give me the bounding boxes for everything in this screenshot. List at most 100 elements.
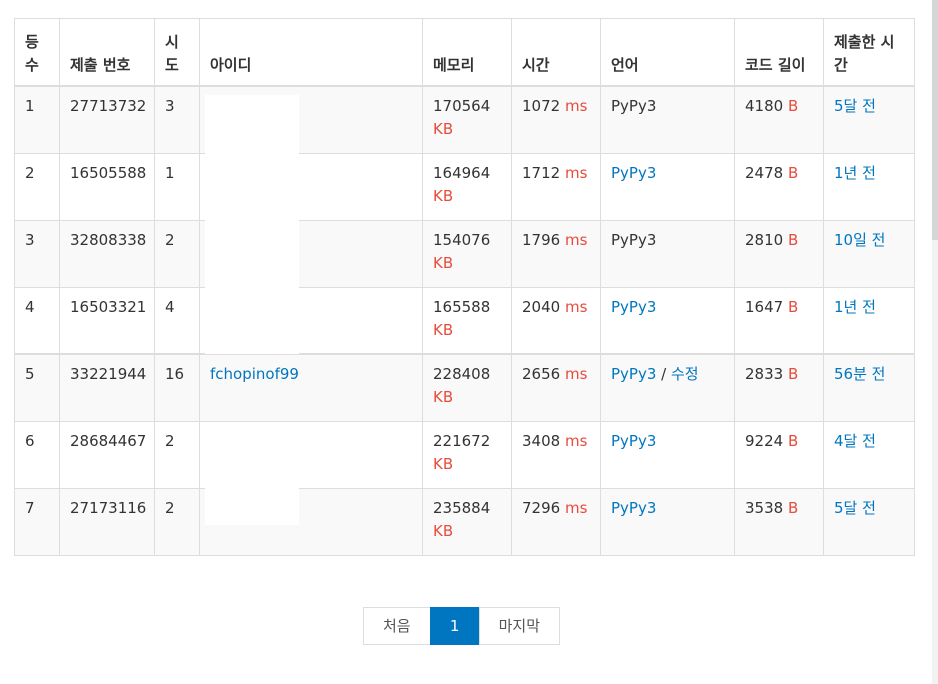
rank-cell: 3: [14, 219, 60, 288]
time-unit: ms: [564, 230, 588, 249]
memory-unit: KB: [433, 120, 454, 138]
header-code-length: 코드 길이: [734, 18, 824, 87]
submitted-time-link[interactable]: 1년 전: [834, 298, 876, 316]
length-cell: 2810 B: [734, 219, 824, 288]
memory-unit: KB: [433, 521, 454, 540]
language-link[interactable]: PyPy3: [611, 365, 656, 383]
time-value: 1796: [522, 230, 561, 249]
memory-value: 154076: [433, 230, 491, 249]
language-cell: PyPy3: [600, 85, 735, 154]
memory-cell: 164964 KB: [422, 152, 512, 221]
tries-cell: 16: [154, 353, 200, 422]
time-value: 1712: [522, 163, 561, 182]
memory-unit: KB: [433, 454, 454, 473]
submitted-time-link[interactable]: 5달 전: [834, 499, 876, 517]
rank-cell: 5: [14, 353, 60, 422]
edit-link[interactable]: 수정: [671, 365, 699, 383]
first-page-button[interactable]: 처음: [363, 607, 431, 645]
tries-cell: 3: [154, 85, 200, 154]
length-cell: 3538 B: [734, 487, 824, 556]
scrollbar-thumb[interactable]: [932, 0, 938, 240]
redaction-mask: [205, 95, 299, 354]
time-unit: ms: [564, 163, 588, 182]
length-value: 3538: [745, 498, 784, 517]
length-unit: B: [787, 498, 799, 517]
time-value: 3408: [522, 431, 561, 450]
time-cell: 7296 ms: [511, 487, 601, 556]
current-page-button[interactable]: 1: [429, 607, 480, 645]
time-cell: 1072 ms: [511, 85, 601, 154]
memory-value: 164964: [433, 163, 491, 182]
memory-unit: KB: [433, 186, 454, 205]
memory-cell: 221672 KB: [422, 420, 512, 489]
length-cell: 4180 B: [734, 85, 824, 154]
header-memory: 메모리: [422, 18, 512, 87]
tries-cell: 2: [154, 487, 200, 556]
submitted-time-link[interactable]: 10일 전: [834, 231, 885, 249]
header-time: 시간: [511, 18, 601, 87]
language-link[interactable]: PyPy3: [611, 432, 656, 450]
time-unit: ms: [564, 97, 588, 115]
language-cell: PyPy3: [600, 487, 735, 556]
user-link[interactable]: fchopinof99: [210, 365, 299, 383]
rank-cell: 2: [14, 152, 60, 221]
memory-value: 235884: [433, 498, 491, 517]
tries-cell: 4: [154, 286, 200, 355]
time-cell: 1712 ms: [511, 152, 601, 221]
time-value: 7296: [522, 498, 561, 517]
submitted-cell: 5달 전: [823, 85, 915, 154]
time-unit: ms: [564, 365, 588, 383]
length-unit: B: [787, 297, 799, 316]
tries-cell: 1: [154, 152, 200, 221]
time-value: 2656: [522, 365, 561, 383]
time-cell: 2656 ms: [511, 353, 601, 422]
rank-cell: 7: [14, 487, 60, 556]
length-value: 2810: [745, 230, 784, 249]
memory-cell: 170564 KB: [422, 85, 512, 154]
rank-cell: 6: [14, 420, 60, 489]
length-cell: 9224 B: [734, 420, 824, 489]
language-label: PyPy3: [611, 97, 657, 115]
table-header-row: 등수 제출 번호 시도 아이디 메모리 시간 언어 코드 길이 제출한 시간: [14, 18, 915, 87]
length-unit: B: [787, 365, 799, 383]
table-row: 1 27713732 3 170564 KB 1072 ms PyPy3 418…: [14, 85, 915, 154]
memory-value: 170564: [433, 97, 491, 115]
submitted-cell: 56분 전: [823, 353, 915, 422]
header-submitted: 제출한 시간: [823, 18, 915, 87]
length-cell: 2478 B: [734, 152, 824, 221]
header-rank: 등수: [14, 18, 60, 87]
tries-cell: 2: [154, 219, 200, 288]
submitted-cell: 10일 전: [823, 219, 915, 288]
language-link[interactable]: PyPy3: [611, 499, 656, 517]
rank-cell: 1: [14, 85, 60, 154]
tries-cell: 2: [154, 420, 200, 489]
memory-cell: 228408 KB: [422, 353, 512, 422]
submitted-time-link[interactable]: 4달 전: [834, 432, 876, 450]
header-submission: 제출 번호: [59, 18, 155, 87]
memory-cell: 165588 KB: [422, 286, 512, 355]
rank-cell: 4: [14, 286, 60, 355]
submitted-time-link[interactable]: 56분 전: [834, 365, 885, 383]
table-row: 7 27173116 2 235884 KB 7296 ms PyPy3 353…: [14, 487, 915, 556]
submission-id: 16505588: [59, 152, 155, 221]
language-cell: PyPy3: [600, 152, 735, 221]
length-cell: 1647 B: [734, 286, 824, 355]
memory-unit: KB: [433, 320, 454, 339]
length-unit: B: [787, 163, 799, 182]
submitted-cell: 4달 전: [823, 420, 915, 489]
submission-id: 32808338: [59, 219, 155, 288]
last-page-button[interactable]: 마지막: [478, 607, 561, 645]
language-cell: PyPy3: [600, 420, 735, 489]
user-cell: fchopinof99: [199, 353, 423, 422]
time-value: 2040: [522, 297, 561, 316]
submitted-cell: 1년 전: [823, 286, 915, 355]
language-link[interactable]: PyPy3: [611, 298, 656, 316]
header-language: 언어: [600, 18, 735, 87]
submitted-time-link[interactable]: 5달 전: [834, 97, 876, 115]
submitted-time-link[interactable]: 1년 전: [834, 164, 876, 182]
submission-id: 16503321: [59, 286, 155, 355]
memory-cell: 235884 KB: [422, 487, 512, 556]
time-unit: ms: [564, 297, 588, 316]
language-link[interactable]: PyPy3: [611, 164, 656, 182]
submitted-cell: 5달 전: [823, 487, 915, 556]
